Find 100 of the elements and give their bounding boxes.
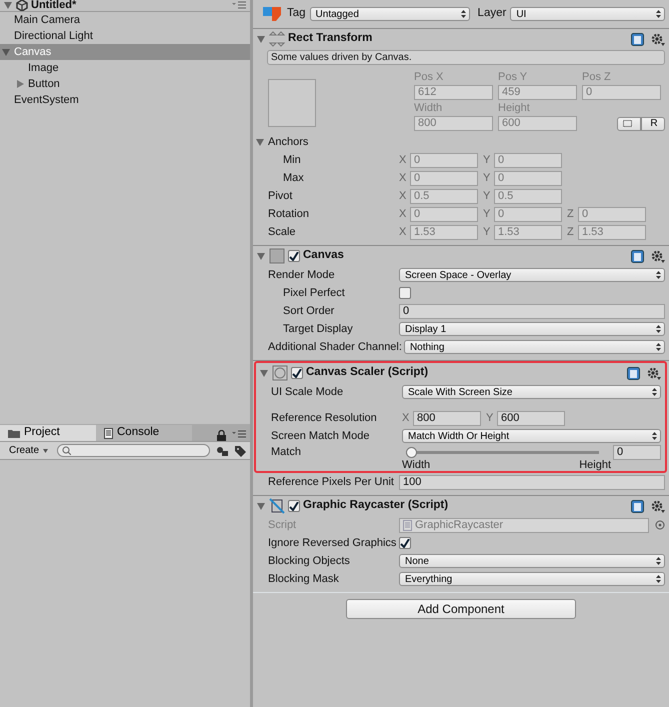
layer-label: Layer [478, 6, 506, 22]
slider-max-label: Height [579, 458, 611, 473]
field-label: Scale [267, 224, 297, 240]
panel-tab[interactable]: Project [0, 425, 96, 441]
foldout-triangle-icon[interactable] [257, 34, 266, 44]
field-label: Pos Y [498, 70, 528, 85]
axis-label: Y [483, 152, 492, 168]
field-label: Pivot [267, 188, 294, 204]
checkbox[interactable] [399, 537, 411, 549]
number-field[interactable]: 0 [613, 444, 661, 460]
foldout-triangle-icon[interactable] [16, 80, 25, 88]
hierarchy-item[interactable]: EventSystem [0, 92, 250, 108]
axis-label: Y [483, 170, 492, 186]
scene-title: Untitled* [31, 0, 78, 13]
axis-label: X [402, 410, 410, 426]
checkmark-icon [289, 502, 299, 510]
axis-label: X [399, 206, 408, 222]
updown-arrow-icon [656, 271, 661, 279]
updown-arrow-icon [652, 432, 657, 440]
foldout-triangle-icon[interactable] [256, 138, 265, 146]
field-label: UI Scale Mode [270, 384, 344, 400]
checkbox[interactable] [399, 287, 411, 299]
document-icon [104, 428, 113, 438]
canvas-icon [269, 248, 285, 264]
help-icon[interactable] [627, 366, 640, 380]
field-label: Width [414, 101, 444, 116]
field-label: Match [270, 444, 302, 460]
tag-icon[interactable] [234, 444, 246, 456]
hierarchy-item[interactable]: Directional Light [0, 28, 250, 44]
canvas-scaler-icon [272, 365, 288, 381]
input-field[interactable]: 0 [399, 304, 665, 318]
help-icon[interactable] [631, 250, 644, 262]
axis-label: X [399, 170, 408, 186]
updown-arrow-icon [656, 575, 661, 583]
axis-label: Z [567, 206, 575, 222]
field-label: Pixel Perfect [282, 286, 346, 301]
create-button[interactable]: Create [4, 444, 52, 458]
checkbox[interactable] [288, 250, 300, 262]
foldout-triangle-icon[interactable] [257, 502, 266, 510]
foldout-label[interactable]: Anchors [268, 134, 308, 150]
dropdown[interactable]: Display 1 [399, 322, 665, 336]
raw-edit-button[interactable]: R [641, 116, 665, 130]
menu-icon[interactable] [232, 430, 246, 438]
field-label: Max [282, 170, 305, 186]
graphic-raycaster-icon [269, 498, 285, 514]
gear-icon[interactable] [651, 250, 665, 262]
axis-label: X [399, 188, 408, 204]
gear-icon[interactable] [651, 32, 665, 46]
updown-arrow-icon [656, 10, 661, 18]
dropdown[interactable]: Match Width Or Height [402, 429, 661, 443]
updown-arrow-icon [656, 325, 661, 333]
dotted-rect-icon [623, 120, 632, 127]
gear-icon[interactable] [647, 366, 661, 380]
input-field[interactable]: 100 [399, 474, 665, 490]
checkbox[interactable] [288, 500, 300, 512]
help-icon[interactable] [631, 500, 644, 512]
tag-dropdown[interactable]: Untagged [310, 7, 470, 21]
field-label: Blocking Mask [267, 572, 340, 587]
field-label: Height [498, 101, 531, 116]
add-component-button[interactable]: Add Component [346, 599, 576, 619]
number-field[interactable]: 800 [413, 410, 481, 426]
dropdown[interactable]: None [399, 554, 665, 568]
layer-dropdown[interactable]: UI [510, 7, 665, 21]
object-picker-icon[interactable] [655, 520, 665, 530]
hierarchy-item-label[interactable]: Button [28, 76, 250, 92]
foldout-triangle-icon[interactable] [260, 368, 269, 378]
field-label: Min [282, 152, 302, 168]
axis-label: Y [483, 224, 492, 240]
shapes-icon[interactable] [216, 446, 228, 456]
gear-icon[interactable] [651, 500, 665, 512]
menu-icon[interactable] [232, 1, 246, 9]
field-label: Pos X [414, 70, 444, 85]
foldout-triangle-icon[interactable] [4, 0, 13, 10]
updown-arrow-icon [656, 557, 661, 565]
axis-label: X [399, 152, 408, 168]
slider-thumb[interactable] [406, 446, 417, 458]
search-field[interactable] [57, 444, 210, 457]
component-title: Canvas Scaler (Script) [306, 365, 430, 380]
checkbox[interactable] [291, 367, 303, 379]
foldout-triangle-icon[interactable] [257, 252, 266, 260]
number-field[interactable]: 600 [497, 410, 565, 426]
blueprint-mode-button[interactable] [617, 116, 641, 130]
field-label: Reference Resolution [270, 410, 378, 426]
panel-tab[interactable]: Console [96, 425, 192, 441]
slider-min-label: Width [402, 458, 432, 473]
component-title: Canvas [303, 248, 345, 264]
dropdown[interactable]: Everything [399, 572, 665, 586]
help-icon[interactable] [631, 32, 644, 46]
hierarchy-item[interactable]: Main Camera [0, 12, 250, 28]
folder-icon [8, 428, 20, 438]
field-label: Blocking Objects [267, 554, 351, 569]
info-message: Some values driven by Canvas. [267, 50, 665, 65]
dropdown[interactable]: Scale With Screen Size [402, 385, 661, 399]
caret-icon [43, 448, 48, 452]
dropdown[interactable]: Nothing [404, 340, 665, 354]
dropdown[interactable]: Screen Space - Overlay [399, 268, 665, 282]
hierarchy-item[interactable]: Image [0, 60, 250, 76]
axis-label: Y [483, 206, 492, 222]
foldout-triangle-icon[interactable] [2, 48, 11, 56]
lock-icon [217, 430, 226, 441]
